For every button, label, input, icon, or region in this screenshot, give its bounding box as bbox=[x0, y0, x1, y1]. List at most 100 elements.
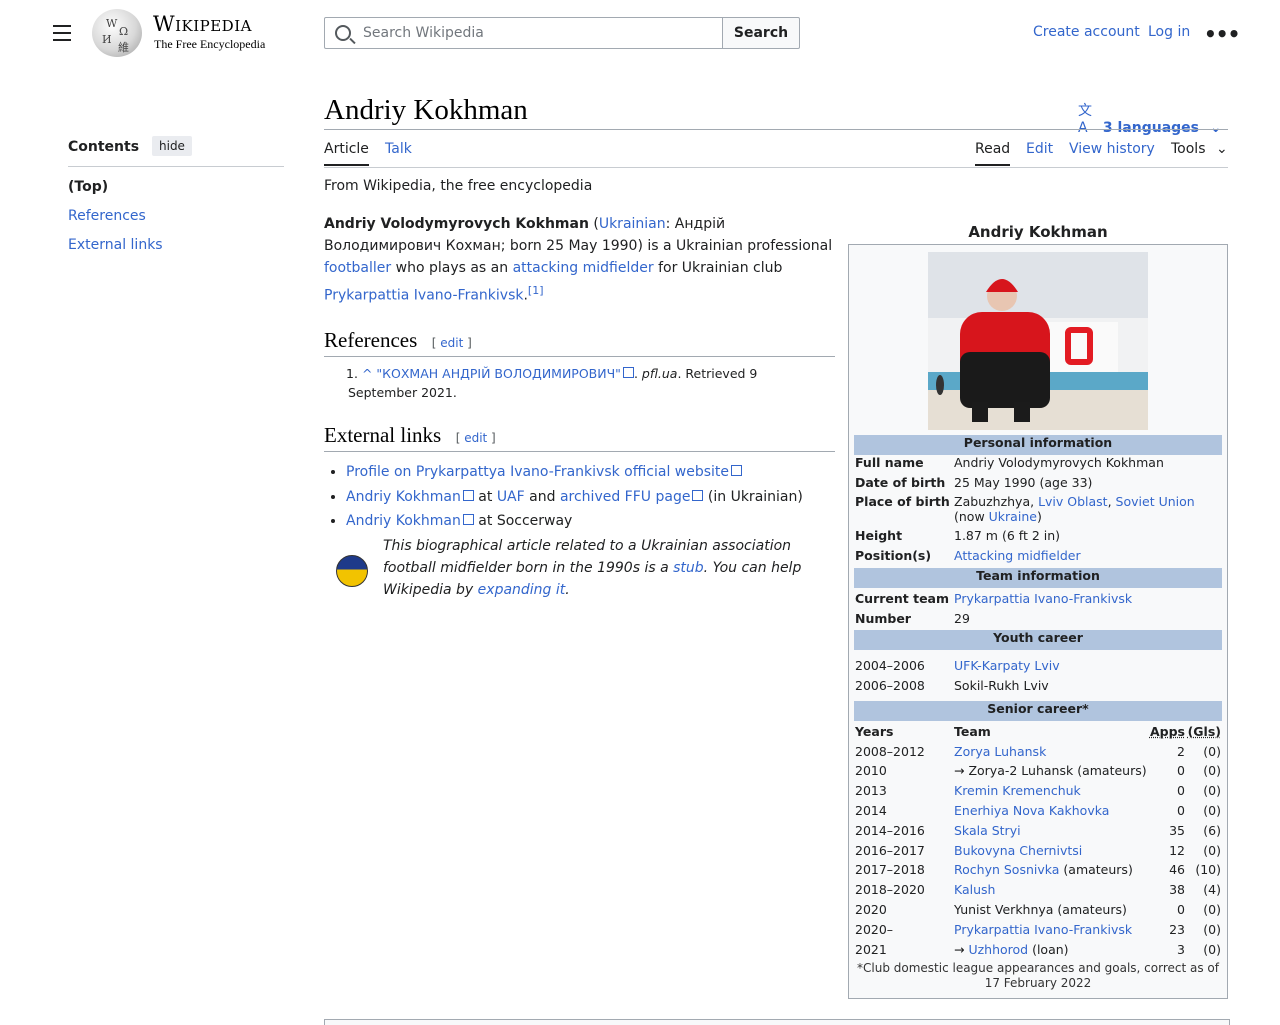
youth-team-link[interactable]: UFK-Karpaty Lviv bbox=[954, 658, 1060, 673]
list-text: (in Ukrainian) bbox=[703, 488, 803, 505]
team-name: Yunist Verkhnya (amateurs) bbox=[954, 901, 1127, 917]
senior-years: 2014 bbox=[855, 802, 887, 818]
team-link[interactable]: Zorya Luhansk bbox=[954, 744, 1046, 759]
col-apps: Apps bbox=[1149, 723, 1185, 739]
team-link[interactable]: Enerhiya Nova Kakhovka bbox=[954, 803, 1109, 818]
senior-apps: 0 bbox=[1177, 901, 1185, 917]
team-link[interactable]: Bukovyna Chernivtsi bbox=[954, 843, 1082, 858]
team-link[interactable]: Kalush bbox=[954, 882, 995, 897]
senior-career-table: Senior career* Years Team Apps (Gls) 200… bbox=[854, 701, 1222, 961]
uaf-link[interactable]: UAF bbox=[497, 489, 525, 505]
ffu-archive-link[interactable]: archived FFU page bbox=[560, 489, 691, 505]
pob-text: ) bbox=[1036, 509, 1042, 525]
table-row: 2010 → Zorya-2 Luhansk (amateurs) 0 (0) bbox=[854, 763, 1222, 783]
citation-link[interactable]: [1] bbox=[528, 284, 544, 297]
search-input[interactable] bbox=[361, 24, 715, 42]
link-footballer[interactable]: footballer bbox=[324, 260, 391, 276]
tools-menu[interactable]: Tools ⌄ bbox=[1171, 141, 1228, 157]
expand-link[interactable]: expanding it bbox=[478, 582, 566, 598]
language-button[interactable]: 文A 3 languages ⌄ bbox=[1078, 100, 1222, 136]
senior-team: Bukovyna Chernivtsi bbox=[953, 843, 1149, 863]
team-suffix: (loan) bbox=[1028, 941, 1069, 957]
create-account-link[interactable]: Create account bbox=[1033, 24, 1140, 40]
football-icon bbox=[336, 555, 368, 587]
more-options-icon[interactable]: ••• bbox=[1204, 22, 1240, 46]
tab-edit[interactable]: Edit bbox=[1026, 141, 1053, 157]
reference-backlink[interactable]: ^ bbox=[362, 366, 372, 381]
soccerway-profile-link[interactable]: Andriy Kokhman bbox=[346, 513, 461, 529]
team-link[interactable]: Kremin Kremenchuk bbox=[954, 783, 1081, 798]
infobox: Personal information Full name Andriy Vol… bbox=[848, 244, 1228, 999]
senior-apps: 38 bbox=[1169, 882, 1185, 898]
link-ukrainian[interactable]: Ukrainian bbox=[599, 216, 666, 232]
references-heading: References [ edit ] bbox=[324, 328, 472, 353]
senior-apps: 2 bbox=[1177, 743, 1185, 759]
external-links-heading-text: External links bbox=[324, 423, 442, 447]
senior-team: Yunist Verkhnya (amateurs) bbox=[953, 902, 1149, 922]
senior-years: 2018–2020 bbox=[855, 882, 925, 898]
toc-item-references[interactable]: References bbox=[68, 208, 146, 224]
list-item: Andriy Kokhman at Soccerway bbox=[346, 509, 846, 534]
senior-years: 2010 bbox=[855, 763, 887, 779]
senior-years: 2020– bbox=[855, 921, 894, 937]
log-in-link[interactable]: Log in bbox=[1148, 24, 1190, 40]
infobox-footnote: *Club domestic league appearances and go… bbox=[857, 961, 1219, 990]
link-attacking-midfielder[interactable]: attacking midfielder bbox=[513, 260, 654, 276]
current-team-link[interactable]: Prykarpattia Ivano-Frankivsk bbox=[954, 591, 1132, 606]
external-links-edit[interactable]: [ edit ] bbox=[456, 431, 496, 445]
tab-article[interactable]: Article bbox=[324, 141, 369, 166]
senior-years: 2020 bbox=[855, 901, 887, 917]
tab-view-history[interactable]: View history bbox=[1069, 141, 1155, 157]
lviv-oblast-link[interactable]: Lviv Oblast bbox=[1038, 494, 1108, 509]
team-link[interactable]: Uzhhorod bbox=[968, 942, 1028, 957]
toc-item-top[interactable]: (Top) bbox=[68, 179, 108, 195]
team-link[interactable]: Skala Stryi bbox=[954, 823, 1021, 838]
senior-gls: (0) bbox=[1203, 941, 1221, 957]
references-edit-link[interactable]: edit bbox=[440, 336, 463, 350]
senior-gls: (0) bbox=[1203, 743, 1221, 759]
pob-text: Zabuzhzhya, bbox=[954, 494, 1039, 510]
external-link-icon bbox=[731, 465, 743, 476]
wikipedia-wordmark[interactable]: Wikipedia bbox=[153, 12, 252, 36]
soviet-union-link[interactable]: Soviet Union bbox=[1116, 494, 1195, 509]
reference-item: 1. ^ "КОХМАН АНДРІЙ ВОЛОДИМИРОВИЧ". pfl.u… bbox=[346, 366, 758, 400]
player-photo[interactable] bbox=[928, 252, 1148, 430]
search-box[interactable] bbox=[324, 17, 723, 49]
wikipedia-globe-logo[interactable]: WΩИ維 bbox=[92, 9, 142, 57]
list-item: Profile on Prykarpattya Ivano-Frankivsk … bbox=[346, 460, 846, 485]
number-value: 29 bbox=[954, 610, 970, 626]
ukraine-link[interactable]: Ukraine bbox=[989, 509, 1037, 524]
reference-number: 1. bbox=[346, 366, 358, 381]
section-personal-information: Personal information bbox=[854, 435, 1222, 455]
tab-read[interactable]: Read bbox=[975, 141, 1011, 166]
main-menu-button[interactable] bbox=[53, 25, 71, 41]
stub-text-part: . bbox=[565, 582, 570, 598]
external-link-icon bbox=[692, 489, 704, 501]
toc-hide-button[interactable]: hide bbox=[152, 136, 192, 156]
senior-gls: (0) bbox=[1203, 842, 1221, 858]
reference-link[interactable]: "КОХМАН АНДРІЙ ВОЛОДИМИРОВИЧ" bbox=[376, 366, 621, 381]
section-team-information: Team information bbox=[854, 567, 1222, 588]
senior-team: Rochyn Sosnivka (amateurs) bbox=[953, 862, 1149, 882]
uaf-profile-link[interactable]: Andriy Kokhman bbox=[346, 489, 461, 505]
search-button[interactable]: Search bbox=[722, 17, 800, 49]
link-club[interactable]: Prykarpattia Ivano-Frankivsk bbox=[324, 288, 523, 304]
pob-text: , bbox=[1107, 494, 1116, 510]
senior-apps: 23 bbox=[1169, 921, 1185, 937]
youth-years: 2004–2006 bbox=[855, 658, 925, 673]
senior-team: Skala Stryi bbox=[953, 823, 1149, 843]
stub-link[interactable]: stub bbox=[673, 560, 704, 576]
team-link[interactable]: Rochyn Sosnivka bbox=[954, 862, 1059, 877]
tab-talk[interactable]: Talk bbox=[385, 141, 412, 157]
team-link[interactable]: Prykarpattia Ivano-Frankivsk bbox=[954, 922, 1132, 937]
table-row: 2006–2008 Sokil-Rukh Lviv bbox=[854, 678, 1222, 698]
section-youth-career: Youth career bbox=[854, 630, 1222, 651]
position-link[interactable]: Attacking midfielder bbox=[954, 548, 1081, 563]
toc-item-external-links[interactable]: External links bbox=[68, 237, 163, 253]
list-text: and bbox=[524, 488, 560, 505]
senior-apps: 0 bbox=[1177, 783, 1185, 799]
table-row: 2008–2012 Zorya Luhansk 2 (0) bbox=[854, 744, 1222, 764]
external-links-edit-link[interactable]: edit bbox=[464, 431, 487, 445]
official-profile-link[interactable]: Profile on Prykarpattya Ivano-Frankivsk … bbox=[346, 464, 729, 480]
references-edit[interactable]: [ edit ] bbox=[432, 336, 472, 350]
